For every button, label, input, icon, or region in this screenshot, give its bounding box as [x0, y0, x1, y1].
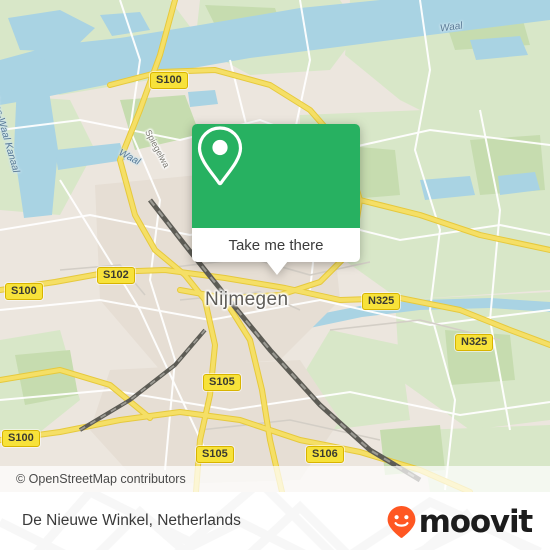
take-me-there-button[interactable]: Take me there — [192, 228, 360, 262]
callout-tail — [266, 261, 288, 275]
road-shield-s100-south[interactable]: S100 — [2, 430, 40, 447]
road-shield-s100-west[interactable]: S100 — [5, 283, 43, 300]
place-title: De Nieuwe Winkel, Netherlands — [22, 512, 241, 529]
moovit-logo[interactable]: moovit — [386, 503, 534, 540]
road-shield-n325-west[interactable]: N325 — [362, 293, 401, 310]
moovit-pin-smile-icon — [387, 506, 416, 538]
footer-bar: De Nieuwe Winkel, Netherlands moovit — [0, 492, 550, 550]
take-me-there-label: Take me there — [228, 236, 324, 254]
map-pin-icon — [197, 126, 243, 186]
road-shield-n325-east[interactable]: N325 — [455, 334, 494, 351]
road-shield-s105-north[interactable]: S105 — [203, 374, 241, 391]
moovit-wordmark: moovit — [418, 503, 534, 540]
road-shield-s105-south[interactable]: S105 — [196, 446, 234, 463]
callout-icon-area — [192, 124, 360, 228]
road-shield-s106[interactable]: S106 — [306, 446, 344, 463]
road-shield-s100-north[interactable]: S100 — [150, 72, 188, 89]
map-canvas[interactable]: Nijmegen Waal Waal Maas-Waal Kanaal Spie… — [0, 0, 550, 492]
map-attribution-bar: © OpenStreetMap contributors — [0, 466, 550, 492]
moovit-map-share-card: Nijmegen Waal Waal Maas-Waal Kanaal Spie… — [0, 0, 550, 550]
road-shield-s102[interactable]: S102 — [97, 267, 135, 284]
destination-callout[interactable]: Take me there — [192, 124, 360, 275]
attribution-text: © OpenStreetMap contributors — [16, 472, 186, 486]
